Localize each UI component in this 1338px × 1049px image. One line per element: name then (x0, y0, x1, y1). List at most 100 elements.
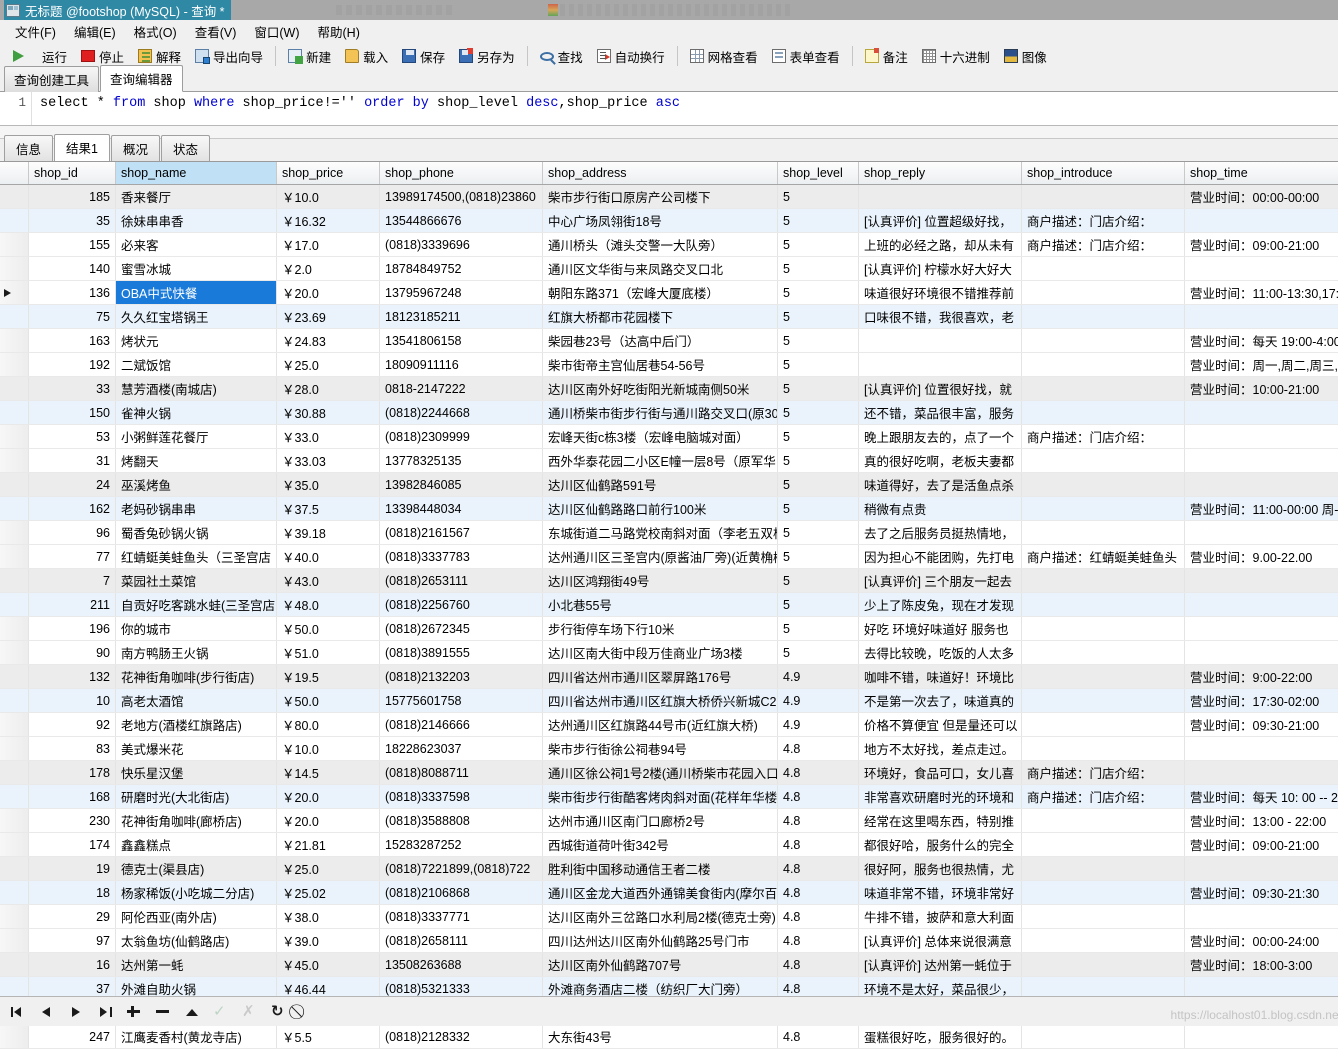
toolbar-button-new[interactable]: 新建 (281, 43, 338, 69)
cell-shop_address[interactable]: 四川达州达川区南外仙鹤路25号门市 (543, 929, 778, 953)
cell-shop_price[interactable]: ￥39.18 (277, 521, 380, 545)
cell-shop_phone[interactable]: (0818)2244668 (380, 401, 543, 425)
column-header-shop_reply[interactable]: shop_reply (859, 162, 1022, 185)
cell-shop_phone[interactable]: 18123185211 (380, 305, 543, 329)
cell-shop_address[interactable]: 西城街道荷叶街342号 (543, 833, 778, 857)
toolbar-button-grid-view[interactable]: 网格查看 (683, 43, 765, 69)
cell-shop_id[interactable]: 155 (29, 233, 116, 257)
toolbar-button-image[interactable]: 图像 (997, 43, 1054, 69)
cell-shop_name[interactable]: 你的城市 (116, 617, 277, 641)
cell-shop_phone[interactable]: (0818)7221899,(0818)722 (380, 857, 543, 881)
cell-shop_id[interactable]: 7 (29, 569, 116, 593)
cell-shop_address[interactable]: 达川区仙鹤路591号 (543, 473, 778, 497)
table-row[interactable]: 53小粥鲜莲花餐厅￥33.0(0818)2309999宏峰天街c栋3楼（宏峰电脑… (0, 425, 1338, 449)
cell-shop_introduce[interactable] (1022, 1025, 1185, 1049)
cell-shop_level[interactable]: 4.8 (778, 809, 859, 833)
cell-shop_time[interactable]: 营业时间：9.00-22.00 (1185, 545, 1338, 569)
cell-shop_price[interactable]: ￥43.0 (277, 569, 380, 593)
cell-shop_price[interactable]: ￥10.0 (277, 737, 380, 761)
toolbar-button-search[interactable]: 查找 (533, 43, 590, 69)
cell-shop_level[interactable]: 4.8 (778, 1025, 859, 1049)
result-tab-1[interactable]: 结果1 (54, 134, 110, 161)
cell-shop_level[interactable]: 4.8 (778, 833, 859, 857)
menu-item-2[interactable]: 格式(O) (125, 20, 186, 43)
cell-shop_price[interactable]: ￥24.83 (277, 329, 380, 353)
row-indicator[interactable] (0, 905, 29, 929)
table-row[interactable]: 247江鹰麦香村(黄龙寺店)￥5.5(0818)2128332大东街43号4.8… (0, 1025, 1338, 1049)
cell-shop_name[interactable]: 二斌饭馆 (116, 353, 277, 377)
table-row[interactable]: 97太翁鱼坊(仙鹤路店)￥39.0(0818)2658111四川达州达川区南外仙… (0, 929, 1338, 953)
table-row[interactable]: 18杨家稀饭(小吃城二分店)￥25.02(0818)2106868通川区金龙大道… (0, 881, 1338, 905)
cell-shop_price[interactable]: ￥23.69 (277, 305, 380, 329)
cell-shop_introduce[interactable] (1022, 905, 1185, 929)
cell-shop_id[interactable]: 185 (29, 185, 116, 209)
cell-shop_address[interactable]: 柴园巷23号（达高中后门） (543, 329, 778, 353)
cell-shop_level[interactable]: 5 (778, 449, 859, 473)
cell-shop_reply[interactable]: 地方不太好找，差点走过。 (859, 737, 1022, 761)
table-row[interactable]: 10高老太酒馆￥50.015775601758四川省达州市通川区红旗大桥侨兴新城… (0, 689, 1338, 713)
cell-shop_level[interactable]: 5 (778, 569, 859, 593)
cell-shop_phone[interactable]: 15283287252 (380, 833, 543, 857)
cell-shop_time[interactable] (1185, 593, 1338, 617)
table-row[interactable]: 162老妈砂锅串串￥37.513398448034达川区仙鹤路路口前行100米5… (0, 497, 1338, 521)
cell-shop_level[interactable]: 4.8 (778, 953, 859, 977)
cell-shop_level[interactable]: 5 (778, 617, 859, 641)
cell-shop_phone[interactable]: (0818)2309999 (380, 425, 543, 449)
result-tab-3[interactable]: 状态 (161, 135, 210, 161)
cell-shop_price[interactable]: ￥37.5 (277, 497, 380, 521)
cell-shop_id[interactable]: 136 (29, 281, 116, 305)
cell-shop_reply[interactable]: 因为担心不能团购，先打电 (859, 545, 1022, 569)
cell-shop_address[interactable]: 柴市步行街徐公祠巷94号 (543, 737, 778, 761)
cell-shop_price[interactable]: ￥39.0 (277, 929, 380, 953)
table-row[interactable]: 24巫溪烤鱼￥35.013982846085达川区仙鹤路591号5味道得好，去了… (0, 473, 1338, 497)
cell-shop_id[interactable]: 83 (29, 737, 116, 761)
cell-shop_time[interactable] (1185, 425, 1338, 449)
cell-shop_reply[interactable] (859, 353, 1022, 377)
toolbar-button-word-wrap[interactable]: 自动换行 (590, 43, 672, 69)
table-row[interactable]: 155必来客￥17.0(0818)3339696通川桥头（滩头交警一大队旁）5上… (0, 233, 1338, 257)
row-indicator[interactable] (0, 569, 29, 593)
cell-shop_reply[interactable]: 不是第一次去了，味道真的 (859, 689, 1022, 713)
cell-shop_level[interactable]: 5 (778, 257, 859, 281)
cell-shop_name[interactable]: 花神街角咖啡(廊桥店) (116, 809, 277, 833)
cell-shop_time[interactable]: 营业时间：每天 19:00-4:00 (1185, 329, 1338, 353)
column-header-shop_price[interactable]: shop_price (277, 162, 380, 185)
table-row[interactable]: 132花神街角咖啡(步行街店)￥19.5(0818)2132203四川省达州市通… (0, 665, 1338, 689)
toolbar-button-load[interactable]: 载入 (338, 43, 395, 69)
cell-shop_phone[interactable]: 18228623037 (380, 737, 543, 761)
cell-shop_address[interactable]: 达川区南大街中段万佳商业广场3楼 (543, 641, 778, 665)
row-indicator[interactable] (0, 545, 29, 569)
cell-shop_name[interactable]: 南方鸭肠王火锅 (116, 641, 277, 665)
cell-shop_phone[interactable]: (0818)8088711 (380, 761, 543, 785)
cell-shop_reply[interactable]: 稍微有点贵 (859, 497, 1022, 521)
cell-shop_id[interactable]: 10 (29, 689, 116, 713)
cell-shop_price[interactable]: ￥5.5 (277, 1025, 380, 1049)
toolbar-button-memo[interactable]: 备注 (858, 43, 915, 69)
cell-shop_time[interactable] (1185, 305, 1338, 329)
cell-shop_name[interactable]: 美式爆米花 (116, 737, 277, 761)
cell-shop_reply[interactable]: [认真评价] 三个朋友一起去 (859, 569, 1022, 593)
cell-shop_address[interactable]: 达川区南外仙鹤路707号 (543, 953, 778, 977)
cell-shop_level[interactable]: 5 (778, 281, 859, 305)
cell-shop_id[interactable]: 132 (29, 665, 116, 689)
row-indicator[interactable] (0, 761, 29, 785)
cell-shop_name[interactable]: 蜀香兔砂锅火锅 (116, 521, 277, 545)
cell-shop_introduce[interactable] (1022, 401, 1185, 425)
cell-shop_introduce[interactable] (1022, 857, 1185, 881)
toolbar-button-export-wizard[interactable]: 导出向导 (188, 43, 270, 69)
table-row[interactable]: 178快乐星汉堡￥14.5(0818)8088711通川区徐公祠1号2楼(通川桥… (0, 761, 1338, 785)
row-indicator[interactable] (0, 737, 29, 761)
result-tab-2[interactable]: 概况 (111, 135, 160, 161)
cell-shop_time[interactable] (1185, 761, 1338, 785)
cell-shop_price[interactable]: ￥35.0 (277, 473, 380, 497)
cell-shop_name[interactable]: 徐妹串串香 (116, 209, 277, 233)
cell-shop_price[interactable]: ￥25.0 (277, 353, 380, 377)
cell-shop_time[interactable]: 营业时间：09:30-21:30 (1185, 881, 1338, 905)
cell-shop_introduce[interactable]: 商户描述：门店介绍： (1022, 233, 1185, 257)
cell-shop_name[interactable]: 香来餐厅 (116, 185, 277, 209)
column-header-shop_address[interactable]: shop_address (543, 162, 778, 185)
table-row[interactable]: 150雀神火锅￥30.88(0818)2244668通川桥柴市街步行街与通川路交… (0, 401, 1338, 425)
column-header-shop_name[interactable]: shop_name (116, 162, 277, 185)
cell-shop_name[interactable]: 老妈砂锅串串 (116, 497, 277, 521)
cell-shop_level[interactable]: 5 (778, 305, 859, 329)
